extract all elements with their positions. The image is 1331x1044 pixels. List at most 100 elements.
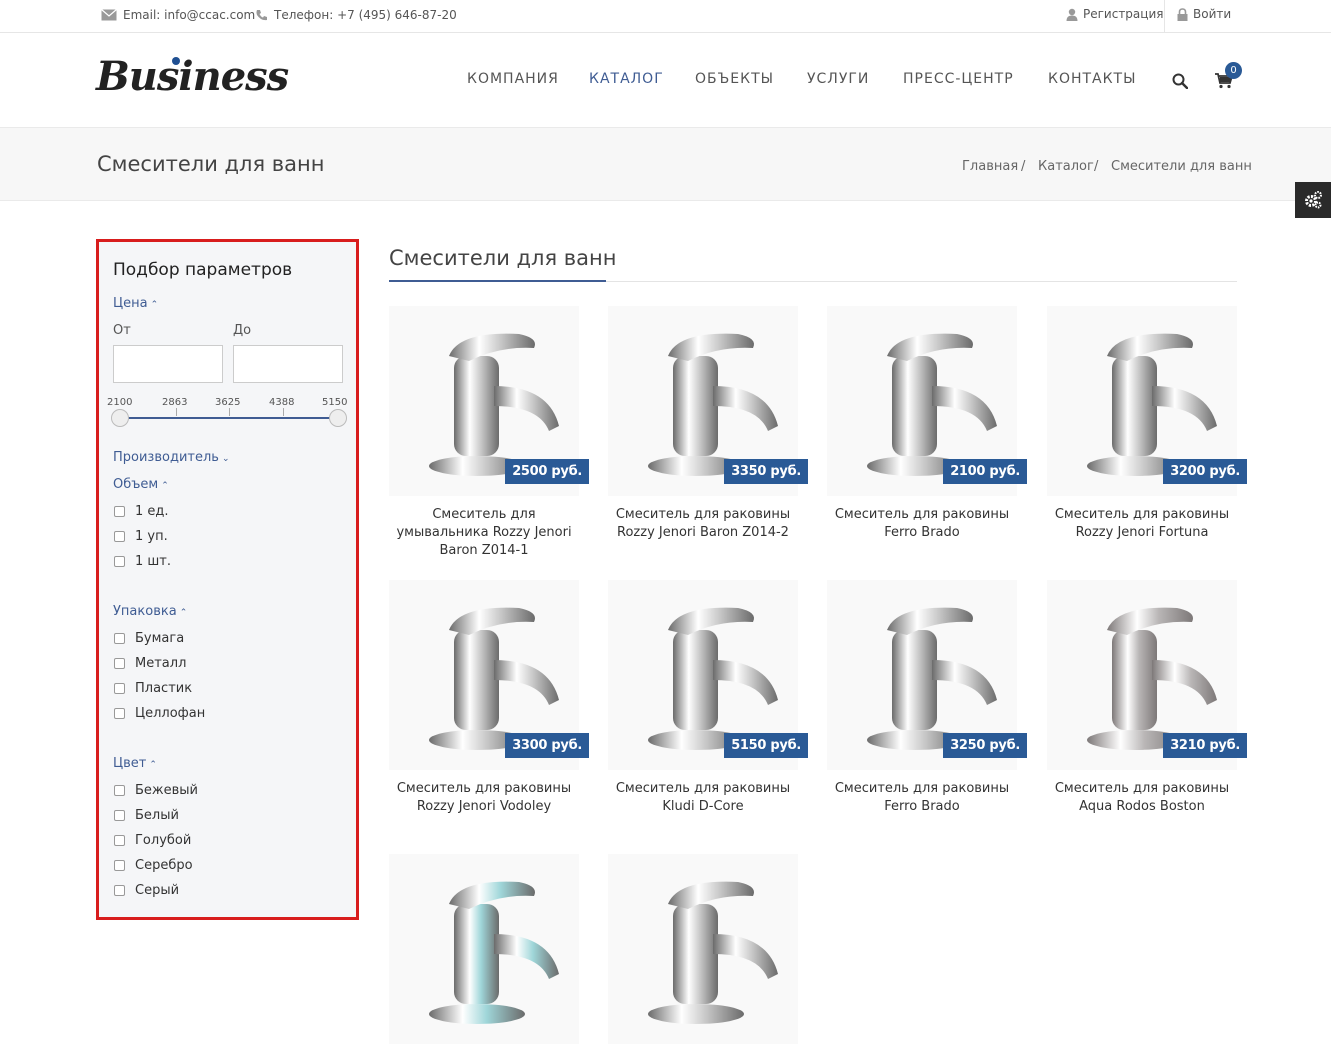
checkbox[interactable] <box>114 835 125 846</box>
nav-contacts[interactable]: КОНТАКТЫ <box>1048 71 1136 87</box>
product-image[interactable] <box>389 854 579 1044</box>
phone-text: Телефон: +7 (495) 646-87-20 <box>274 8 457 22</box>
price-slider-track[interactable] <box>119 417 339 419</box>
price-badge: 2500 руб. <box>505 459 589 484</box>
option-label: Металл <box>135 656 187 671</box>
breadcrumb-catalog[interactable]: Каталог <box>1038 159 1094 174</box>
color-filter-toggle[interactable]: Цвет ⌃ <box>113 756 157 771</box>
envelope-icon <box>101 9 117 21</box>
page-title: Смесители для ванн <box>97 152 325 176</box>
price-slider-max-handle[interactable] <box>329 409 347 427</box>
checkbox[interactable] <box>114 531 125 542</box>
checkbox[interactable] <box>114 683 125 694</box>
price-slider-min-handle[interactable] <box>111 409 129 427</box>
checkbox[interactable] <box>114 556 125 567</box>
settings-panel-toggle[interactable] <box>1295 182 1331 218</box>
product-name[interactable]: Смеситель для раковины Ferro Brado <box>827 780 1017 816</box>
logo-text: Business <box>96 53 289 100</box>
phone-contact[interactable]: Телефон: +7 (495) 646-87-20 <box>255 8 457 22</box>
search-icon[interactable] <box>1172 73 1188 89</box>
price-from-input[interactable] <box>113 345 223 383</box>
login-link[interactable]: Войти <box>1177 7 1231 21</box>
packaging-filter-label: Упаковка <box>113 604 177 619</box>
price-badge: 3200 руб. <box>1163 459 1247 484</box>
product-image[interactable] <box>608 854 798 1044</box>
site-header: Business КОМПАНИЯ КАТАЛОГ ОБЪЕКТЫ УСЛУГИ… <box>0 33 1331 128</box>
checkbox[interactable] <box>114 658 125 669</box>
page-title-bar: Смесители для ванн Главная / Каталог / С… <box>0 128 1331 201</box>
packaging-option[interactable]: Пластик <box>114 681 192 696</box>
color-option[interactable]: Серебро <box>114 858 193 873</box>
checkbox[interactable] <box>114 708 125 719</box>
option-label: Голубой <box>135 833 192 848</box>
register-link[interactable]: Регистрация <box>1066 7 1163 21</box>
packaging-filter-toggle[interactable]: Упаковка ⌃ <box>113 604 187 619</box>
packaging-option[interactable]: Бумага <box>114 631 184 646</box>
phone-icon <box>256 9 267 20</box>
price-tick: 2863 <box>162 397 188 408</box>
checkbox[interactable] <box>114 810 125 821</box>
breadcrumb-separator: / <box>1021 159 1026 174</box>
price-filter-toggle[interactable]: Цена ⌃ <box>113 296 158 311</box>
title-underline <box>389 280 606 282</box>
chevron-up-icon: ⌃ <box>161 481 169 491</box>
nav-press-center[interactable]: ПРЕСС-ЦЕНТР <box>903 71 1014 87</box>
color-option[interactable]: Серый <box>114 883 179 898</box>
option-label: Белый <box>135 808 179 823</box>
product-name[interactable]: Смеситель для умывальника Rozzy Jenori B… <box>389 506 579 560</box>
option-label: Серый <box>135 883 180 898</box>
product-name[interactable]: Смеситель для раковины Rozzy Jenori Baro… <box>608 506 798 542</box>
option-label: Серебро <box>135 858 193 873</box>
nav-company[interactable]: КОМПАНИЯ <box>467 71 559 87</box>
user-icon <box>1066 8 1078 21</box>
option-label: Бежевый <box>135 783 199 798</box>
breadcrumb-home[interactable]: Главная <box>962 159 1018 174</box>
option-label: Бумага <box>135 631 185 646</box>
manufacturer-filter-toggle[interactable]: Производитель ⌄ <box>113 450 229 465</box>
option-label: Целлофан <box>135 706 206 721</box>
price-tick-mark <box>229 408 230 416</box>
color-option[interactable]: Бежевый <box>114 783 198 798</box>
checkbox[interactable] <box>114 860 125 871</box>
option-label: Пластик <box>135 681 193 696</box>
price-filter-label: Цена <box>113 296 148 311</box>
checkbox[interactable] <box>114 506 125 517</box>
price-tick: 2100 <box>107 397 133 408</box>
manufacturer-filter-label: Производитель <box>113 450 219 465</box>
price-to-label: До <box>233 323 252 338</box>
nav-catalog[interactable]: КАТАЛОГ <box>589 71 664 87</box>
checkbox[interactable] <box>114 633 125 644</box>
breadcrumb-separator: / <box>1094 159 1099 174</box>
nav-services[interactable]: УСЛУГИ <box>807 71 869 87</box>
product-name[interactable]: Смеситель для раковины Rozzy Jenori Fort… <box>1047 506 1237 542</box>
color-filter-label: Цвет <box>113 756 147 771</box>
packaging-option[interactable]: Металл <box>114 656 186 671</box>
price-badge: 3250 руб. <box>943 733 1027 758</box>
chevron-up-icon: ⌃ <box>179 608 188 618</box>
nav-objects[interactable]: ОБЪЕКТЫ <box>695 71 774 87</box>
packaging-option[interactable]: Целлофан <box>114 706 205 721</box>
email-contact[interactable]: Email: info@ccac.com <box>101 8 255 22</box>
product-name[interactable]: Смеситель для раковины Rozzy Jenori Vodo… <box>389 780 579 816</box>
catalog-title: Смесители для ванн <box>389 246 617 270</box>
color-option[interactable]: Голубой <box>114 833 191 848</box>
login-label: Войти <box>1193 7 1232 21</box>
faucet-image <box>429 881 559 1024</box>
email-text: Email: info@ccac.com <box>123 8 256 22</box>
volume-filter-toggle[interactable]: Объем ⌃ <box>113 477 169 492</box>
volume-option[interactable]: 1 ед. <box>114 504 169 519</box>
product-name[interactable]: Смеситель для раковины Aqua Rodos Boston <box>1047 780 1237 816</box>
price-to-input[interactable] <box>233 345 343 383</box>
color-option[interactable]: Белый <box>114 808 179 823</box>
checkbox[interactable] <box>114 885 125 896</box>
chevron-down-icon: ⌄ <box>221 454 230 464</box>
logo[interactable]: Business <box>96 53 289 100</box>
option-label: 1 ед. <box>135 504 169 519</box>
product-name[interactable]: Смеситель для раковины Ferro Brado <box>827 506 1017 542</box>
product-name[interactable]: Смеситель для раковины Kludi D-Core <box>608 780 798 816</box>
filter-title: Подбор параметров <box>113 260 293 280</box>
filter-panel: Подбор параметров Цена ⌃ От До 2100 2863 … <box>96 239 359 920</box>
checkbox[interactable] <box>114 785 125 796</box>
volume-option[interactable]: 1 шт. <box>114 554 171 569</box>
volume-option[interactable]: 1 уп. <box>114 529 168 544</box>
